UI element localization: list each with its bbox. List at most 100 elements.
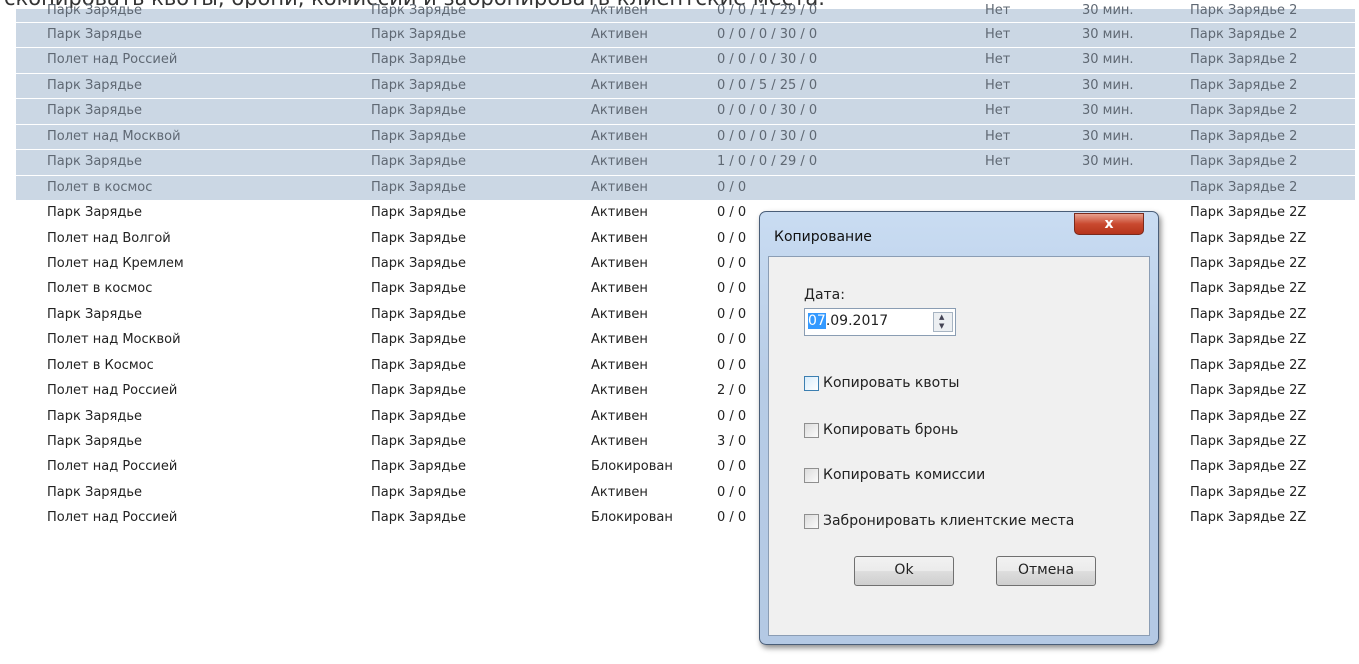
cell-duration: 30 мин. xyxy=(1082,52,1134,68)
cell-venue: Парк Зарядье xyxy=(371,510,466,526)
cell-venue: Парк Зарядье xyxy=(371,128,466,144)
dialog-title: Копирование xyxy=(774,229,872,245)
cell-venue: Парк Зарядье xyxy=(371,484,466,500)
cell-counts: 0 / 0 xyxy=(717,459,747,475)
spin-up-icon[interactable]: ▲ xyxy=(939,313,944,321)
cell-event-name: Полет над Волгой xyxy=(47,230,171,246)
cell-hall: Парк Зарядье 2 xyxy=(1190,3,1298,18)
cell-event-name: Полет в Космос xyxy=(47,357,154,373)
checkbox-box[interactable] xyxy=(804,468,819,483)
close-button[interactable]: x xyxy=(1074,213,1144,235)
cell-duration: 30 мин. xyxy=(1082,3,1134,18)
dialog-body: Дата: 07.09.2017 ▲ ▼ Копировать квоты Ко… xyxy=(768,256,1150,636)
cell-venue: Парк Зарядье xyxy=(371,306,466,322)
cell-event-name: Парк Зарядье xyxy=(47,3,142,18)
cell-event-name: Полет над Кремлем xyxy=(47,255,184,271)
cell-duration: 30 мин. xyxy=(1082,77,1134,93)
cell-hall: Парк Зарядье 2 xyxy=(1190,103,1298,119)
cell-counts: 0 / 0 xyxy=(717,332,747,348)
cell-counts: 2 / 0 xyxy=(717,383,747,399)
checkbox-box[interactable] xyxy=(804,423,819,438)
reserve-client-seats-checkbox[interactable]: Забронировать клиентские места xyxy=(804,512,1134,534)
cell-counts: 0 / 0 xyxy=(717,306,747,322)
cell-counts: 0 / 0 / 0 / 30 / 0 xyxy=(717,128,818,144)
cell-counts: 0 / 0 xyxy=(717,281,747,297)
cell-hall: Парк Зарядье 2 xyxy=(1190,179,1298,195)
table-row[interactable]: Полет над Москвой Парк Зарядье Активен 0 / … xyxy=(16,123,1355,150)
cell-event-name: Полет над Россией xyxy=(47,510,178,526)
date-label: Дата: xyxy=(804,287,845,303)
cell-event-name: Парк Зарядье xyxy=(47,27,142,42)
cell-event-name: Парк Зарядье xyxy=(47,306,142,322)
cell-flag: Нет xyxy=(985,3,1011,18)
checkbox-label: Забронировать клиентские места xyxy=(823,513,1075,529)
cell-venue: Парк Зарядье xyxy=(371,332,466,348)
cell-counts: 0 / 0 / 0 / 30 / 0 xyxy=(717,27,818,42)
checkbox-box[interactable] xyxy=(804,376,819,391)
cell-counts: 0 / 0 xyxy=(717,255,747,271)
ok-button[interactable]: Ok xyxy=(854,556,954,586)
cell-counts: 0 / 0 / 0 / 30 / 0 xyxy=(717,52,818,68)
cell-status: Активен xyxy=(591,103,648,119)
cancel-button[interactable]: Отмена xyxy=(996,556,1096,586)
copy-booking-checkbox[interactable]: Копировать бронь xyxy=(804,421,1134,443)
cell-event-name: Полет над Москвой xyxy=(47,128,181,144)
table-row[interactable]: Парк Зарядье Парк Зарядье Активен 0 / 0 / 0… xyxy=(16,98,1355,124)
checkbox-label: Копировать квоты xyxy=(823,375,960,391)
cell-venue: Парк Зарядье xyxy=(371,459,466,475)
cell-status: Активен xyxy=(591,230,648,246)
cell-counts: 0 / 0 xyxy=(717,230,747,246)
cell-flag: Нет xyxy=(985,77,1011,93)
table-row[interactable]: Полет в космос Парк Зарядье Активен 0 / 0 Па… xyxy=(16,174,1355,201)
table-row[interactable]: Парк Зарядье Парк Зарядье Активен 1 / 0 / 0… xyxy=(16,149,1355,175)
cell-status: Активен xyxy=(591,332,648,348)
cell-hall: Парк Зарядье 2Z xyxy=(1190,434,1307,449)
cell-counts: 0 / 0 / 1 / 29 / 0 xyxy=(717,3,818,18)
cell-status: Активен xyxy=(591,408,648,424)
date-value: 07.09.2017 xyxy=(808,313,888,329)
cell-hall: Парк Зарядье 2Z xyxy=(1190,281,1307,297)
cell-hall: Парк Зарядье 2Z xyxy=(1190,357,1307,373)
table-row[interactable]: Парк Зарядье Парк Зарядье Активен 0 / 0 / 0… xyxy=(16,22,1355,48)
cell-status: Активен xyxy=(591,179,648,195)
cell-flag: Нет xyxy=(985,154,1011,170)
cell-flag: Нет xyxy=(985,128,1011,144)
date-spinner[interactable]: ▲ ▼ xyxy=(933,312,953,332)
cell-event-name: Парк Зарядье xyxy=(47,408,142,424)
cell-event-name: Полет над Россией xyxy=(47,383,178,399)
cell-venue: Парк Зарядье xyxy=(371,281,466,297)
cell-hall: Парк Зарядье 2Z xyxy=(1190,205,1307,221)
spin-down-icon[interactable]: ▼ xyxy=(939,322,944,330)
cell-counts: 3 / 0 xyxy=(717,434,747,449)
cell-hall: Парк Зарядье 2Z xyxy=(1190,484,1307,500)
close-icon: x xyxy=(1104,216,1114,232)
table-row[interactable]: Полет над Россией Парк Зарядье Активен 0 / … xyxy=(16,47,1355,73)
cell-venue: Парк Зарядье xyxy=(371,77,466,93)
cell-counts: 0 / 0 xyxy=(717,205,747,221)
cell-status: Активен xyxy=(591,255,648,271)
cell-hall: Парк Зарядье 2 xyxy=(1190,52,1298,68)
checkbox-box[interactable] xyxy=(804,514,819,529)
cell-venue: Парк Зарядье xyxy=(371,205,466,221)
cell-event-name: Полет в космос xyxy=(47,179,153,195)
cell-hall: Парк Зарядье 2Z xyxy=(1190,230,1307,246)
table-row[interactable]: Парк Зарядье Парк Зарядье Активен 0 / 0 / 1… xyxy=(16,3,1355,22)
cell-event-name: Полет над Россией xyxy=(47,52,178,68)
date-day-selected: 07 xyxy=(808,313,826,329)
cell-counts: 0 / 0 xyxy=(717,179,747,195)
checkbox-label: Копировать бронь xyxy=(823,422,959,438)
table-row[interactable]: Парк Зарядье Парк Зарядье Активен 0 / 0 / 5… xyxy=(16,72,1355,99)
cell-hall: Парк Зарядье 2Z xyxy=(1190,306,1307,322)
cell-hall: Парк Зарядье 2Z xyxy=(1190,383,1307,399)
copy-quotas-checkbox[interactable]: Копировать квоты xyxy=(804,374,1134,396)
cell-counts: 0 / 0 xyxy=(717,484,747,500)
copy-commissions-checkbox[interactable]: Копировать комиссии xyxy=(804,466,1134,488)
cell-status: Активен xyxy=(591,154,648,170)
date-field[interactable]: 07.09.2017 ▲ ▼ xyxy=(804,308,956,336)
cell-venue: Парк Зарядье xyxy=(371,179,466,195)
cell-flag: Нет xyxy=(985,52,1011,68)
cell-hall: Парк Зарядье 2Z xyxy=(1190,408,1307,424)
cell-venue: Парк Зарядье xyxy=(371,383,466,399)
cell-status: Активен xyxy=(591,128,648,144)
date-rest: .09.2017 xyxy=(825,313,889,329)
